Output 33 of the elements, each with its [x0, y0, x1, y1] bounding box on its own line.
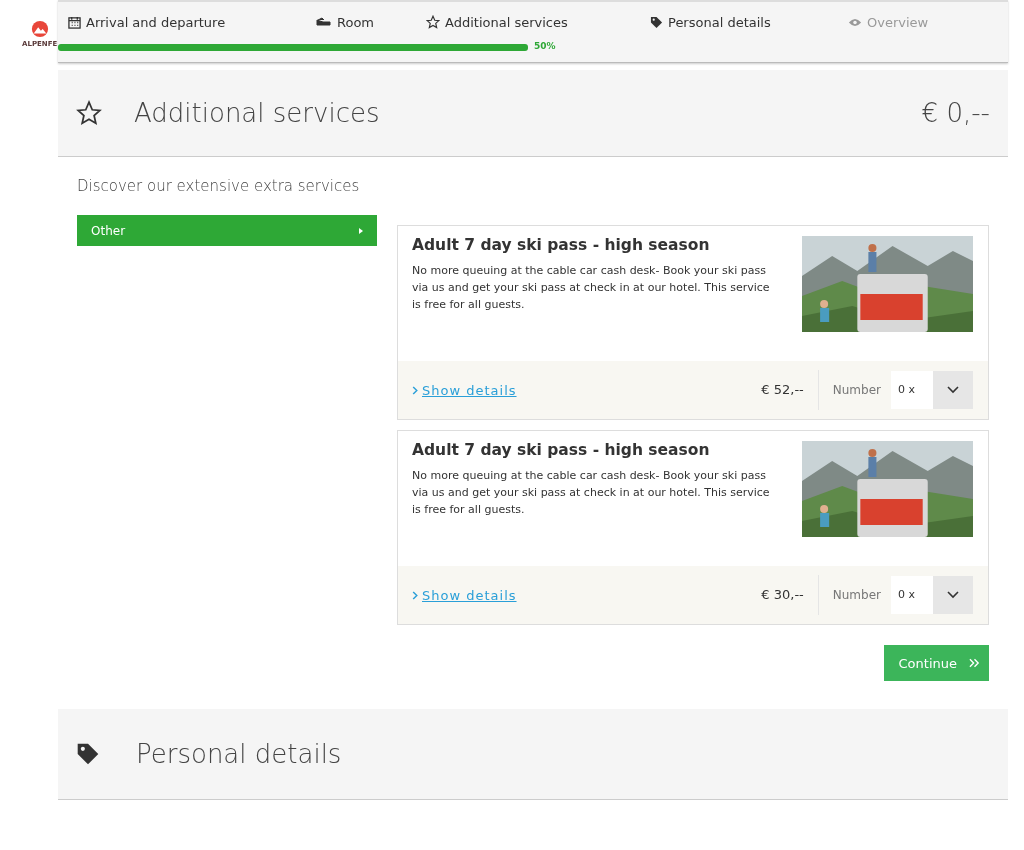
progress-reading: 50% — [534, 41, 556, 51]
step-link[interactable]: Room — [316, 14, 426, 30]
section-total: € 0,-- — [921, 98, 990, 128]
tag-icon — [76, 742, 100, 766]
number-label: Number — [832, 588, 881, 602]
caret-icon — [359, 227, 363, 234]
section-intro: Discover our extensive extra services — [77, 177, 361, 195]
double-chevron-icon — [969, 658, 980, 668]
number-label: Number — [832, 383, 881, 397]
quantity-select[interactable]: 0 x — [891, 371, 973, 409]
service-description: No more queuing at the cable car cash desk- Book your ski pass via us and get your ski pass at check in at our hotel. This service is free for all guests. — [412, 468, 771, 518]
calendar-icon — [68, 15, 81, 29]
star-icon — [426, 15, 440, 29]
service-description: No more queuing at the cable car cash desk- Book your ski pass via us and get your ski pass at check in at our hotel. This service is free for all guests. — [412, 263, 771, 313]
service-price: € 52,-- — [761, 370, 819, 410]
logo-icon — [30, 20, 49, 38]
section-title: Additional services — [134, 98, 381, 128]
star-icon — [76, 100, 102, 126]
chevron-icon — [412, 590, 418, 600]
chevron-down-icon — [947, 591, 959, 599]
tag-icon — [650, 15, 663, 29]
bed-icon — [316, 17, 332, 27]
service-title: Adult 7 day ski pass - high season — [412, 441, 711, 459]
chevron-down-icon — [947, 386, 959, 394]
service-price: € 30,-- — [761, 575, 819, 615]
service-title: Adult 7 day ski pass - high season — [412, 236, 711, 254]
section-title: Personal details — [136, 739, 343, 769]
eye-icon — [848, 17, 862, 27]
step-link[interactable]: Personal details — [650, 14, 848, 30]
quantity-select[interactable]: 0 x — [891, 576, 973, 614]
step-link[interactable]: Arrival and departure — [68, 14, 316, 30]
chevron-icon — [412, 385, 418, 395]
step-link[interactable]: Additional services — [426, 14, 650, 30]
